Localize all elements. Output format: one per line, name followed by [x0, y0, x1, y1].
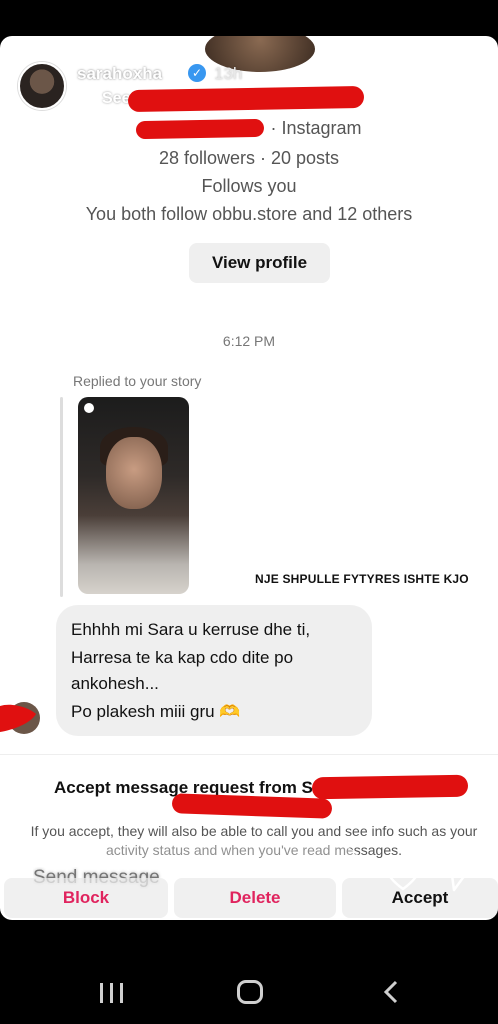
heart-icon[interactable]: [385, 860, 421, 892]
message-line: ankohesh...: [71, 674, 159, 693]
view-profile-button[interactable]: View profile: [189, 243, 330, 283]
follows-you: Follows you: [201, 176, 297, 196]
story-frame: sarahoxha ✓ 13h See translation ••• · In…: [0, 36, 498, 920]
story-check-icon: [84, 403, 94, 413]
message-line: Harresa te ka kap cdo dite po: [71, 648, 294, 667]
message-bubble[interactable]: Ehhhh mi Sara u kerruse dhe ti, Harresa …: [56, 605, 372, 736]
story-time-ago: 13h: [214, 64, 243, 83]
redaction-mark: [171, 793, 333, 819]
message-line: Po plakesh miii gru 🫶: [71, 702, 241, 721]
redaction-mark: [136, 119, 265, 140]
mutual-followers: You both follow obbu.store and 12 others: [85, 204, 413, 224]
home-icon[interactable]: [237, 980, 263, 1004]
translate-icon: [79, 93, 93, 107]
divider: [0, 754, 498, 755]
message-timestamp: 6:12 PM: [222, 333, 276, 349]
quote-bar: [60, 397, 63, 597]
profile-source: · Instagram: [270, 118, 362, 138]
followers-posts: 28 followers · 20 posts: [158, 148, 340, 168]
block-button[interactable]: Block: [4, 878, 168, 918]
replied-to-story-label: Replied to your story: [73, 373, 202, 389]
story-caption: NJE SHPULLE FYTYRES ISHTE KJO: [255, 572, 469, 586]
story-username[interactable]: sarahoxha: [77, 64, 162, 84]
sender-avatar[interactable]: [0, 700, 40, 736]
redaction-mark: [127, 85, 365, 113]
back-icon[interactable]: [382, 980, 400, 1004]
more-icon[interactable]: • • •: [458, 60, 472, 96]
story-avatar[interactable]: [18, 62, 66, 110]
redaction-mark: [311, 774, 469, 800]
story-thumbnail[interactable]: [78, 397, 189, 594]
delete-button[interactable]: Delete: [174, 878, 336, 918]
recents-icon[interactable]: [98, 982, 126, 1004]
verified-badge-icon: ✓: [188, 64, 206, 82]
message-line: Ehhhh mi Sara u kerruse dhe ti,: [71, 620, 311, 639]
send-icon[interactable]: [440, 860, 476, 892]
